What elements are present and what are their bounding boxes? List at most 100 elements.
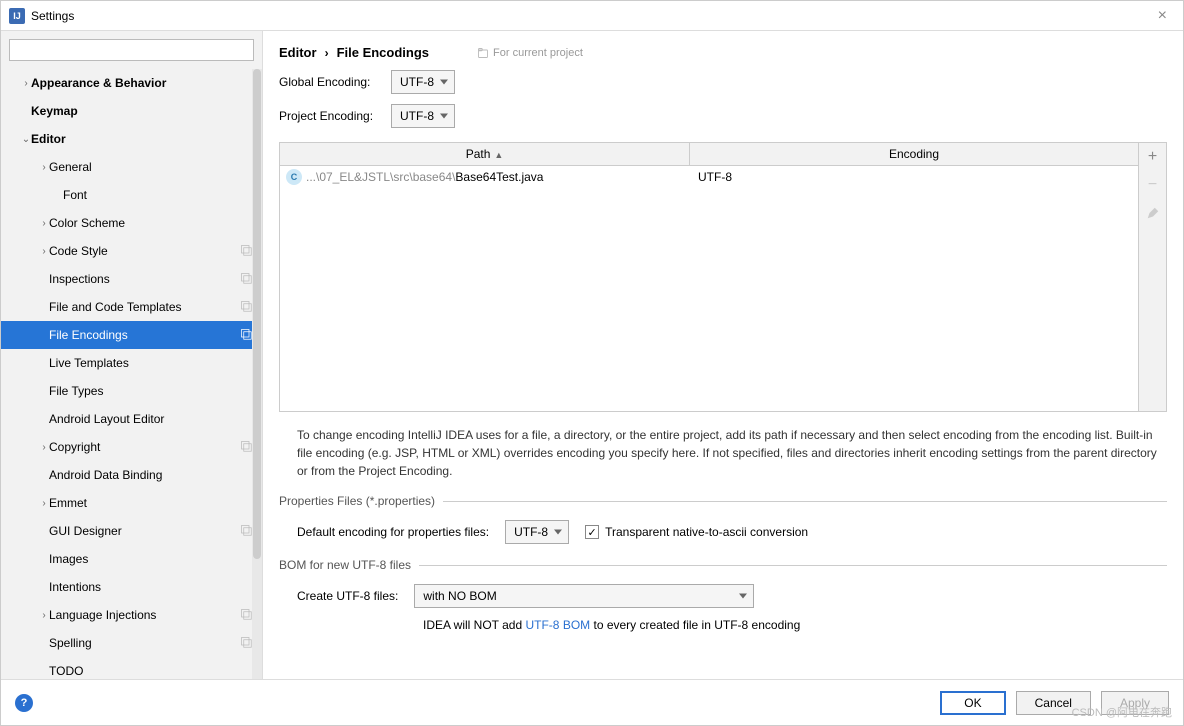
sidebar-item[interactable]: Font <box>1 181 262 209</box>
sidebar-item[interactable]: ›General <box>1 153 262 181</box>
edit-button[interactable] <box>1139 199 1166 227</box>
sidebar-item-label: Spelling <box>49 636 240 650</box>
sidebar-item[interactable]: Live Templates <box>1 349 262 377</box>
project-scope-icon <box>240 636 252 651</box>
sidebar-item[interactable]: Android Data Binding <box>1 461 262 489</box>
settings-tree: ›Appearance & BehaviorKeymap⌄Editor›Gene… <box>1 69 262 679</box>
sidebar: ›Appearance & BehaviorKeymap⌄Editor›Gene… <box>1 31 263 679</box>
sidebar-item-label: Live Templates <box>49 356 252 370</box>
create-utf8-select[interactable]: with NO BOM <box>414 584 754 608</box>
sidebar-item-label: Images <box>49 552 252 566</box>
sidebar-item-label: File and Code Templates <box>49 300 240 314</box>
sidebar-item-label: General <box>49 160 252 174</box>
sidebar-item-label: Language Injections <box>49 608 240 622</box>
project-scope-icon <box>240 608 252 623</box>
remove-button[interactable]: − <box>1139 171 1166 199</box>
create-utf8-label: Create UTF-8 files: <box>297 589 398 603</box>
props-enc-select[interactable]: UTF-8 <box>505 520 569 544</box>
sidebar-item[interactable]: ›Color Scheme <box>1 209 262 237</box>
sidebar-item[interactable]: ›Language Injections <box>1 601 262 629</box>
search-input[interactable] <box>9 39 254 61</box>
sidebar-item-label: Copyright <box>49 440 240 454</box>
chevron-icon: › <box>21 78 31 89</box>
section-bom: BOM for new UTF-8 files <box>263 550 1183 578</box>
add-button[interactable]: + <box>1139 143 1166 171</box>
props-enc-label: Default encoding for properties files: <box>297 525 489 539</box>
sidebar-item[interactable]: Android Layout Editor <box>1 405 262 433</box>
sidebar-item[interactable]: ›Emmet <box>1 489 262 517</box>
chevron-icon: › <box>39 246 49 257</box>
breadcrumb-b: File Encodings <box>337 45 429 60</box>
sidebar-item[interactable]: File Types <box>1 377 262 405</box>
sidebar-item[interactable]: Images <box>1 545 262 573</box>
main-layout: ›Appearance & BehaviorKeymap⌄Editor›Gene… <box>1 31 1183 679</box>
sidebar-item[interactable]: ›Appearance & Behavior <box>1 69 262 97</box>
project-encoding-select[interactable]: UTF-8 <box>391 104 455 128</box>
sidebar-item[interactable]: ›Copyright <box>1 433 262 461</box>
sidebar-item-label: Font <box>63 188 252 202</box>
project-scope-icon <box>240 328 252 343</box>
encodings-table: Path▲ Encoding C ...\07_EL&JSTL\src\base… <box>279 142 1167 412</box>
col-encoding[interactable]: Encoding <box>690 143 1138 165</box>
app-icon: IJ <box>9 8 25 24</box>
apply-button[interactable]: Apply <box>1101 691 1169 715</box>
breadcrumb-a: Editor <box>279 45 317 60</box>
sidebar-item[interactable]: Inspections <box>1 265 262 293</box>
class-icon: C <box>286 169 302 185</box>
sort-asc-icon: ▲ <box>494 150 503 160</box>
sidebar-item[interactable]: Keymap <box>1 97 262 125</box>
bom-note: IDEA will NOT add UTF-8 BOM to every cre… <box>263 614 1183 640</box>
sidebar-item[interactable]: TODO <box>1 657 262 679</box>
for-current-project-badge: For current project <box>477 47 583 59</box>
transparent-ascii-checkbox[interactable]: ✓ Transparent native-to-ascii conversion <box>585 525 808 539</box>
project-scope-icon <box>240 524 252 539</box>
sidebar-item-label: Emmet <box>49 496 252 510</box>
project-scope-icon <box>240 440 252 455</box>
titlebar: IJ Settings × <box>1 1 1183 31</box>
section-properties: Properties Files (*.properties) <box>263 486 1183 514</box>
content: Editor › File Encodings For current proj… <box>263 31 1183 679</box>
help-button[interactable]: ? <box>15 694 33 712</box>
global-encoding-select[interactable]: UTF-8 <box>391 70 455 94</box>
sidebar-item-label: File Encodings <box>49 328 240 342</box>
sidebar-item[interactable]: File and Code Templates <box>1 293 262 321</box>
sidebar-item-label: Appearance & Behavior <box>31 76 252 90</box>
sidebar-item-label: File Types <box>49 384 252 398</box>
sidebar-item[interactable]: File Encodings <box>1 321 262 349</box>
sidebar-item-label: GUI Designer <box>49 524 240 538</box>
sidebar-item-label: Editor <box>31 132 252 146</box>
footer: ? OK Cancel Apply <box>1 679 1183 725</box>
chevron-icon: › <box>39 610 49 621</box>
sidebar-item[interactable]: Intentions <box>1 573 262 601</box>
sidebar-item-label: TODO <box>49 664 252 678</box>
sidebar-item[interactable]: GUI Designer <box>1 517 262 545</box>
sidebar-item-label: Keymap <box>31 104 252 118</box>
chevron-icon: › <box>39 498 49 509</box>
sidebar-item-label: Inspections <box>49 272 240 286</box>
utf8-bom-link[interactable]: UTF-8 BOM <box>525 618 590 632</box>
window-title: Settings <box>31 9 74 23</box>
sidebar-item-label: Android Data Binding <box>49 468 252 482</box>
ok-button[interactable]: OK <box>940 691 1005 715</box>
table-row[interactable]: C ...\07_EL&JSTL\src\base64\Base64Test.j… <box>280 166 1138 188</box>
cancel-button[interactable]: Cancel <box>1016 691 1091 715</box>
project-scope-icon <box>240 300 252 315</box>
chevron-icon: › <box>39 442 49 453</box>
sidebar-item-label: Android Layout Editor <box>49 412 252 426</box>
sidebar-item-label: Intentions <box>49 580 252 594</box>
close-icon[interactable]: × <box>1150 7 1175 25</box>
breadcrumb: Editor › File Encodings For current proj… <box>263 31 1183 70</box>
help-text: To change encoding IntelliJ IDEA uses fo… <box>263 412 1183 486</box>
chevron-icon: › <box>39 162 49 173</box>
project-encoding-label: Project Encoding: <box>279 109 391 123</box>
sidebar-item[interactable]: ⌄Editor <box>1 125 262 153</box>
sidebar-item-label: Color Scheme <box>49 216 252 230</box>
sidebar-item[interactable]: Spelling <box>1 629 262 657</box>
sidebar-item[interactable]: ›Code Style <box>1 237 262 265</box>
project-scope-icon <box>240 272 252 287</box>
chevron-icon: ⌄ <box>21 134 31 145</box>
project-scope-icon <box>240 244 252 259</box>
sidebar-item-label: Code Style <box>49 244 240 258</box>
scrollbar[interactable] <box>252 69 262 679</box>
col-path[interactable]: Path▲ <box>280 143 690 165</box>
